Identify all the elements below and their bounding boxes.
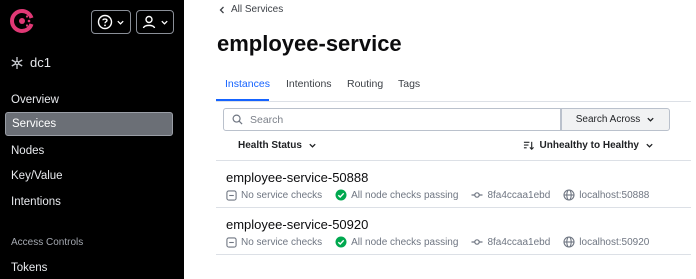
sidebar-item-tokens[interactable]: Tokens [5, 256, 173, 279]
help-menu-button[interactable] [91, 10, 131, 34]
chevron-down-icon [161, 20, 168, 25]
list-item[interactable]: employee-service-50888 No service checks… [216, 161, 691, 208]
sidebar-item-nodes[interactable]: Nodes [5, 139, 173, 163]
service-checks-status: No service checks [226, 237, 322, 248]
search-input[interactable] [250, 113, 540, 126]
user-icon [142, 15, 156, 29]
node-id-text: 8fa4ccaa1ebd [487, 189, 551, 201]
datacenter-label: dc1 [30, 55, 51, 70]
instance-name[interactable]: employee-service-50920 [226, 217, 368, 232]
instance-address: localhost:50920 [563, 236, 649, 248]
tab-instances[interactable]: Instances [225, 78, 270, 90]
user-menu-button[interactable] [136, 10, 174, 34]
sort-dropdown[interactable]: Unhealthy to Healthy [523, 140, 654, 151]
git-commit-icon [471, 239, 483, 245]
tab-tags[interactable]: Tags [398, 78, 420, 90]
node-checks-status: All node checks passing [335, 236, 458, 248]
sidebar: dc1 Overview Services Nodes Key/Value In… [0, 0, 184, 279]
active-tab-indicator [216, 99, 269, 101]
node-id-text: 8fa4ccaa1ebd [487, 236, 551, 248]
minus-square-icon [226, 236, 237, 248]
git-commit-icon [471, 192, 483, 198]
service-checks-status: No service checks [226, 190, 322, 201]
search-box [223, 108, 561, 131]
sidebar-item-label: Tokens [11, 262, 48, 274]
tab-routing[interactable]: Routing [347, 78, 383, 90]
service-checks-text: No service checks [241, 236, 323, 248]
node-id: 8fa4ccaa1ebd [471, 190, 550, 201]
datacenter-icon [11, 56, 23, 69]
consul-logo-icon[interactable] [10, 9, 34, 33]
address-text: localhost:50888 [579, 189, 650, 201]
breadcrumb[interactable]: All Services [218, 4, 283, 15]
page-title: employee-service [217, 31, 402, 56]
help-icon [97, 14, 113, 30]
sidebar-item-label: Nodes [11, 145, 45, 157]
breadcrumb-all-services: All Services [231, 4, 284, 15]
instance-meta: No service checks All node checks passin… [226, 236, 662, 248]
datacenter-selector[interactable]: dc1 [10, 55, 51, 70]
health-status-filter[interactable]: Health Status [238, 140, 317, 151]
check-circle-icon [335, 236, 347, 248]
chevron-down-icon [647, 117, 654, 122]
sidebar-item-intentions[interactable]: Intentions [5, 190, 173, 214]
chevron-down-icon [309, 143, 316, 148]
instance-address: localhost:50888 [563, 189, 649, 201]
sort-icon [523, 141, 534, 150]
instance-meta: No service checks All node checks passin… [226, 189, 662, 201]
sidebar-item-label: Intentions [11, 196, 61, 208]
sidebar-item-label: Overview [11, 94, 59, 106]
access-controls-heading: Access Controls [11, 237, 84, 248]
list-item[interactable]: employee-service-50920 No service checks… [216, 208, 691, 255]
search-across-dropdown[interactable]: Search Across [561, 108, 670, 131]
service-checks-text: No service checks [241, 189, 323, 201]
sidebar-item-label: Key/Value [11, 170, 63, 182]
instance-name[interactable]: employee-service-50888 [226, 170, 368, 185]
sidebar-item-key-value[interactable]: Key/Value [5, 164, 173, 188]
tab-intentions[interactable]: Intentions [286, 78, 332, 90]
search-across-label: Search Across [575, 114, 641, 125]
globe-icon [563, 236, 575, 248]
sort-label: Unhealthy to Healthy [539, 140, 639, 151]
node-checks-text: All node checks passing [351, 189, 459, 201]
health-status-label: Health Status [238, 140, 302, 151]
chevron-left-icon [219, 6, 224, 13]
address-text: localhost:50920 [579, 236, 650, 248]
chevron-down-icon [117, 20, 124, 25]
sidebar-item-label: Services [12, 118, 57, 130]
search-icon [232, 114, 243, 125]
node-checks-text: All node checks passing [351, 236, 459, 248]
node-id: 8fa4ccaa1ebd [471, 237, 550, 248]
minus-square-icon [226, 189, 237, 201]
chevron-down-icon [646, 143, 653, 148]
tab-bar: Instances Intentions Routing Tags [216, 66, 691, 102]
instance-list: employee-service-50888 No service checks… [216, 160, 691, 255]
main-content: All Services employee-service Instances … [184, 0, 696, 279]
globe-icon [563, 189, 575, 201]
node-checks-status: All node checks passing [335, 189, 458, 201]
sidebar-item-services[interactable]: Services [5, 112, 173, 136]
check-circle-icon [335, 189, 347, 201]
sidebar-item-overview[interactable]: Overview [5, 88, 173, 112]
